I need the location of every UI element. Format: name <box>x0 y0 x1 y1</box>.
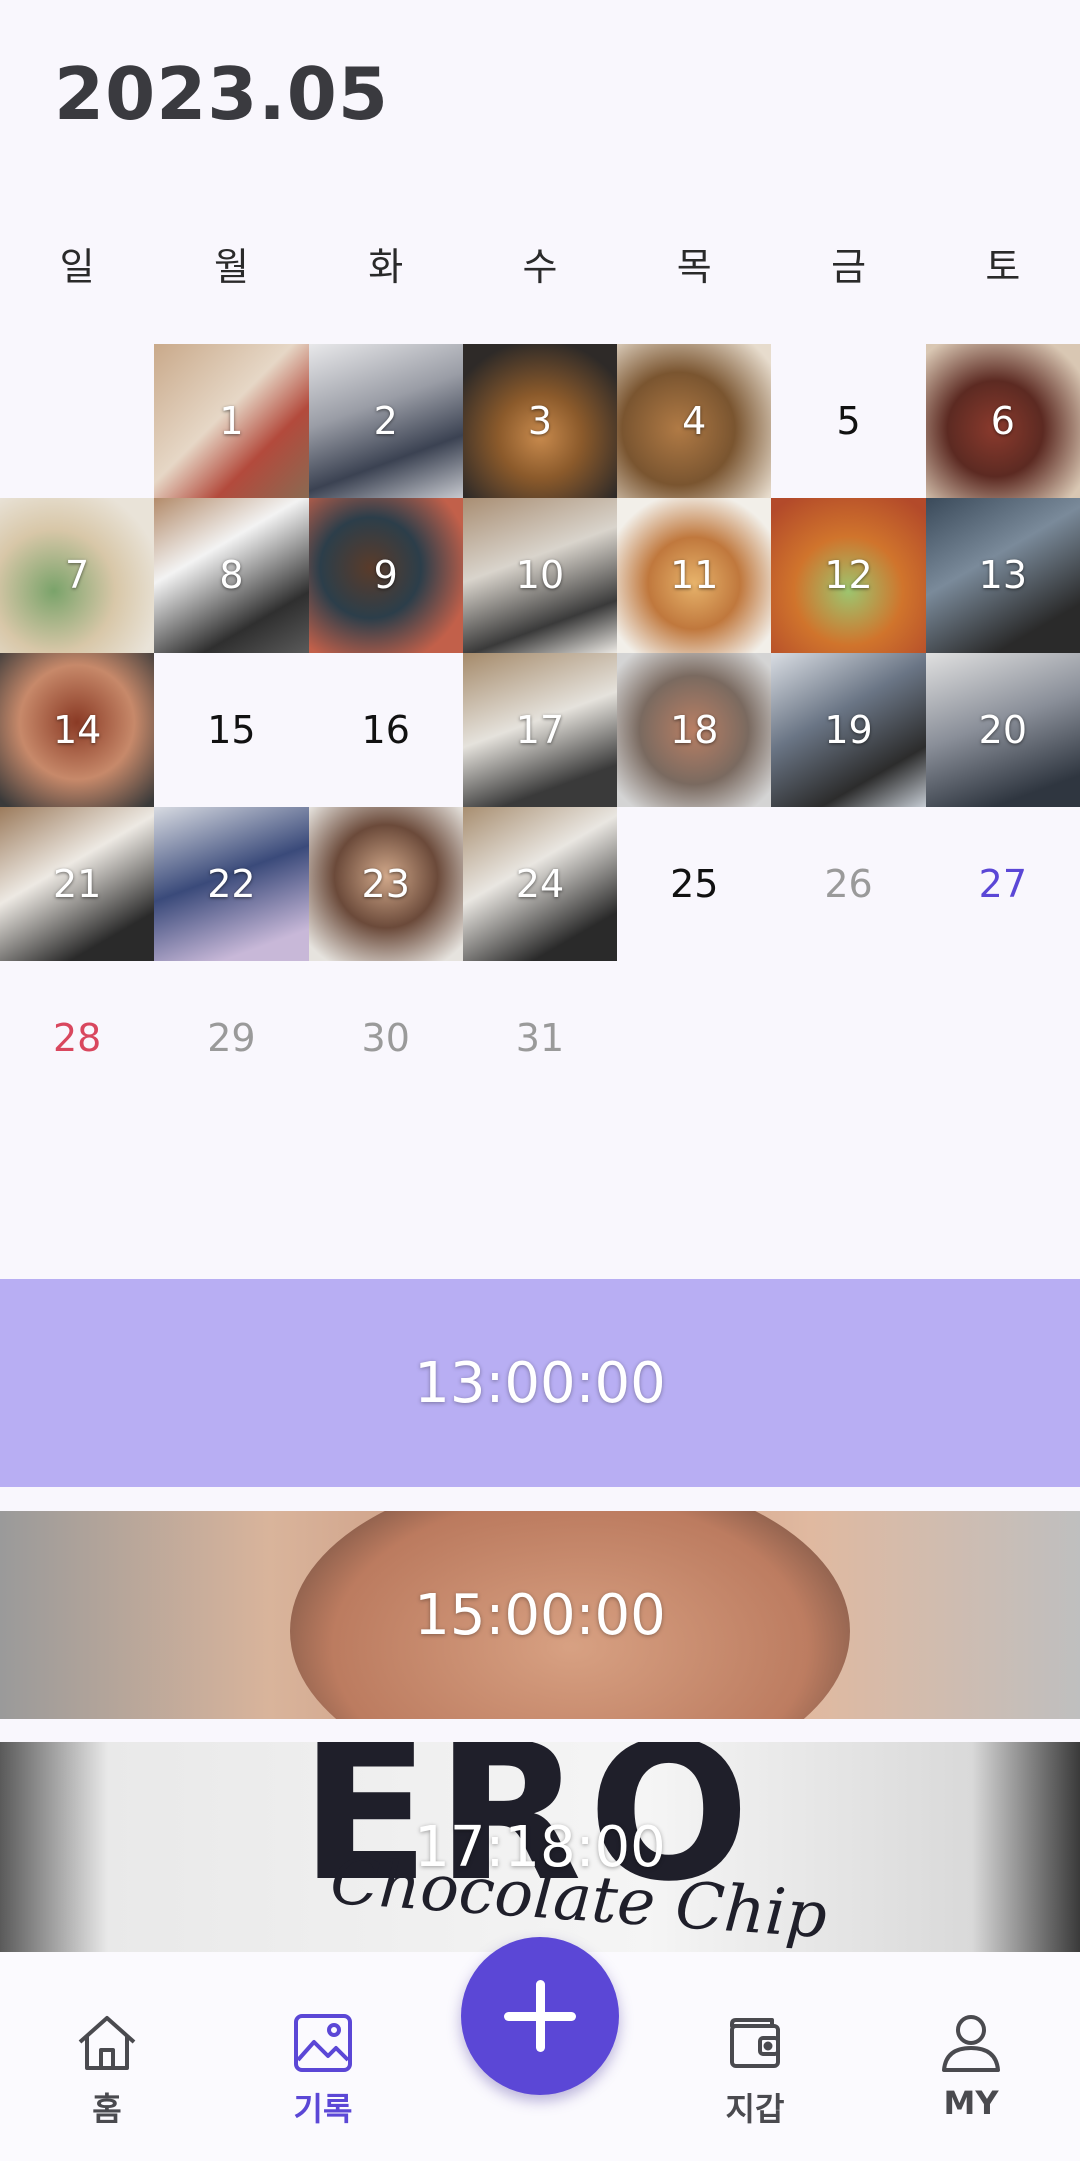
day-number: 31 <box>515 1016 565 1061</box>
calendar-day-7[interactable]: 7 <box>0 498 155 653</box>
calendar-grid: 1 2 3 4 5 6 7 8 9 10 11 12 13 14 15 16 1… <box>0 344 1080 1115</box>
calendar-day-5[interactable]: 5 <box>771 344 925 498</box>
day-number: 14 <box>52 707 102 752</box>
day-number: 18 <box>670 707 719 752</box>
calendar-day-19[interactable]: 19 <box>771 652 926 807</box>
day-number: 7 <box>65 553 90 598</box>
nav-wallet[interactable]: 지갑 <box>695 2010 815 2130</box>
day-number: 15 <box>207 707 256 752</box>
weekday-sun: 일 <box>59 245 95 289</box>
home-icon <box>78 2016 136 2070</box>
day-number: 2 <box>373 399 398 444</box>
user-icon <box>942 2015 1000 2072</box>
calendar-day-28[interactable]: 28 <box>0 961 154 1115</box>
weekday-header: 일 월 화 수 목 금 토 <box>0 232 1080 302</box>
day-number: 16 <box>361 707 410 752</box>
calendar-day-3[interactable]: 3 <box>462 344 618 499</box>
day-number: 27 <box>978 861 1027 906</box>
calendar-empty-cell <box>0 344 154 498</box>
timeline-entry[interactable]: 13:00:00 <box>0 1279 1080 1487</box>
wallet-icon <box>730 2018 780 2068</box>
nav-my-label: MY <box>943 2084 999 2122</box>
weekday-thu: 목 <box>676 245 712 289</box>
day-number: 9 <box>373 553 398 598</box>
day-number: 23 <box>361 861 410 906</box>
day-number: 22 <box>207 861 256 906</box>
weekday-fri: 금 <box>831 245 867 289</box>
calendar-day-13[interactable]: 13 <box>925 498 1080 653</box>
calendar-day-2[interactable]: 2 <box>308 344 463 499</box>
add-record-button[interactable] <box>461 1937 619 2095</box>
calendar-day-18[interactable]: 18 <box>617 652 772 807</box>
calendar-day-1[interactable]: 1 <box>154 344 309 499</box>
nav-record-label: 기록 <box>293 2090 353 2128</box>
day-number: 17 <box>515 707 565 752</box>
day-number: 20 <box>978 707 1027 752</box>
day-number: 26 <box>824 861 873 906</box>
day-number: 3 <box>527 399 553 444</box>
calendar-day-16[interactable]: 16 <box>309 653 463 807</box>
day-number: 8 <box>219 553 244 598</box>
day-number: 6 <box>990 399 1015 444</box>
day-number: 21 <box>52 861 102 906</box>
calendar-day-30[interactable]: 30 <box>309 961 463 1115</box>
calendar-day-4[interactable]: 4 <box>617 344 772 499</box>
calendar-day-24[interactable]: 24 <box>462 806 618 962</box>
calendar-day-27[interactable]: 27 <box>926 807 1080 961</box>
day-number: 28 <box>52 1016 102 1061</box>
day-number: 1 <box>219 399 244 444</box>
calendar-day-25[interactable]: 25 <box>617 807 771 961</box>
calendar-day-31[interactable]: 31 <box>463 961 617 1115</box>
calendar-day-21[interactable]: 21 <box>0 806 155 962</box>
timeline-time: 15:00:00 <box>414 1582 666 1648</box>
day-number: 5 <box>836 399 861 444</box>
nav-wallet-label: 지갑 <box>725 2090 785 2128</box>
day-number: 24 <box>515 861 565 906</box>
calendar-day-29[interactable]: 29 <box>154 961 308 1115</box>
day-number: 4 <box>682 399 707 444</box>
weekday-sat: 토 <box>985 245 1021 289</box>
weekday-mon: 월 <box>213 245 249 289</box>
timeline-entry[interactable]: ERO Chocolate Chip 17:18:00 <box>0 1742 1080 1952</box>
weekday-tue: 화 <box>368 245 404 289</box>
nav-record[interactable]: 기록 <box>263 2010 383 2130</box>
day-number: 19 <box>824 707 873 752</box>
calendar-day-6[interactable]: 6 <box>925 344 1080 499</box>
nav-home[interactable]: 홈 <box>47 2010 167 2130</box>
image-icon <box>294 2014 352 2072</box>
plus-icon-vertical <box>535 1980 545 2052</box>
nav-home-label: 홈 <box>92 2090 122 2128</box>
calendar-day-15[interactable]: 15 <box>154 653 308 807</box>
nav-my[interactable]: MY <box>911 2010 1031 2130</box>
weekday-wed: 수 <box>522 245 558 289</box>
calendar-day-22[interactable]: 22 <box>154 806 309 962</box>
calendar-day-14[interactable]: 14 <box>0 652 155 807</box>
day-number: 10 <box>515 553 565 598</box>
calendar-day-9[interactable]: 9 <box>308 498 463 653</box>
timeline-time: 13:00:00 <box>414 1350 666 1416</box>
timeline-entry[interactable]: 15:00:00 <box>0 1511 1080 1719</box>
calendar-day-12[interactable]: 12 <box>771 498 926 653</box>
calendar-day-11[interactable]: 11 <box>617 498 772 653</box>
calendar-day-20[interactable]: 20 <box>925 652 1080 807</box>
day-number: 25 <box>670 861 719 906</box>
calendar-day-23[interactable]: 23 <box>308 806 463 962</box>
calendar-day-8[interactable]: 8 <box>154 498 309 653</box>
day-number: 30 <box>361 1016 410 1061</box>
month-title: 2023.05 <box>54 52 389 136</box>
day-number: 12 <box>824 553 873 598</box>
day-number: 29 <box>207 1016 256 1061</box>
calendar-day-17[interactable]: 17 <box>462 652 618 807</box>
timeline-time: 17:18:00 <box>414 1814 666 1880</box>
calendar-day-10[interactable]: 10 <box>462 498 618 653</box>
day-number: 13 <box>978 553 1027 598</box>
day-number: 11 <box>670 553 719 598</box>
calendar-day-26[interactable]: 26 <box>771 807 925 961</box>
